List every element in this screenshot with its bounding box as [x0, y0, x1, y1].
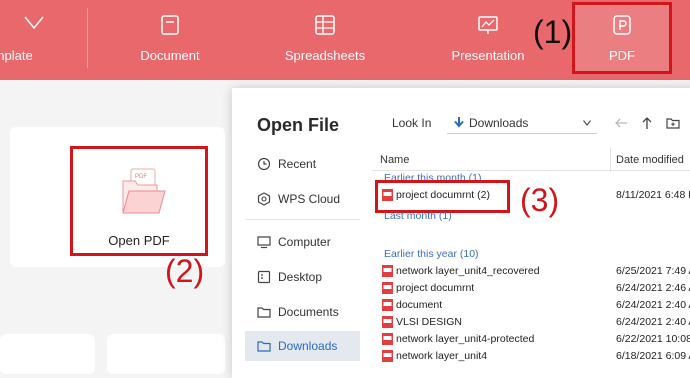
- sidebar-divider: [245, 219, 360, 220]
- nav-label-document: Document: [140, 48, 200, 63]
- nav-label-presentation: Presentation: [451, 48, 525, 63]
- pdf-file-icon: [382, 299, 393, 311]
- group-label-last-month[interactable]: Last month (1): [384, 210, 452, 222]
- sidebar-item-recent[interactable]: Recent: [245, 149, 360, 179]
- file-name: network layer_unit4-protected: [396, 333, 535, 345]
- annotation-step-1: (1): [533, 14, 573, 50]
- file-highlight-box: [375, 180, 510, 213]
- sidebar-item-downloads[interactable]: Downloads: [245, 331, 360, 361]
- nav-item-document[interactable]: Document: [120, 0, 220, 80]
- file-name: project documrnt: [396, 282, 475, 294]
- sidebar-label-downloads: Downloads: [278, 339, 338, 353]
- pdf-file-icon: [382, 333, 393, 345]
- star-icon: [24, 16, 44, 30]
- sidebar-label-wps-cloud: WPS Cloud: [278, 192, 341, 206]
- top-nav-bar: nplate Document Spreadsheets Presentatio…: [0, 0, 690, 80]
- open-pdf-highlight-box[interactable]: PDF Open PDF: [70, 146, 208, 256]
- download-arrow-icon: [454, 117, 464, 128]
- nav-label-spreadsheets: Spreadsheets: [284, 48, 366, 63]
- nav-item-pdf[interactable]: PDF: [572, 0, 672, 80]
- annotation-step-2: (2): [165, 253, 205, 289]
- presentation-icon: [478, 16, 498, 34]
- file-date: 6/24/2021 2:46 A: [616, 282, 690, 294]
- look-in-value: Downloads: [469, 116, 529, 130]
- file-date: 6/18/2021 6:09 A: [616, 350, 690, 362]
- annotation-step-3: (3): [520, 182, 560, 218]
- file-name: VLSI DESIGN: [396, 316, 462, 328]
- clock-icon: [257, 157, 271, 171]
- pdf-file-icon: [382, 350, 393, 362]
- file-date: 8/11/2021 6:48 P: [616, 189, 690, 201]
- nav-item-template[interactable]: nplate: [0, 0, 65, 80]
- nav-divider: [87, 8, 88, 68]
- pdf-badge-text: PDF: [135, 174, 147, 180]
- file-date: 6/22/2021 10:08: [616, 333, 690, 345]
- open-pdf-label: Open PDF: [108, 233, 170, 248]
- document-icon: [161, 15, 179, 35]
- sidebar-label-desktop: Desktop: [278, 270, 323, 284]
- header-divider: [372, 170, 690, 171]
- file-date: 6/24/2021 2:40 A: [616, 299, 690, 311]
- file-row[interactable]: project documrnt 6/24/2021 2:46 A: [382, 280, 690, 297]
- column-header-date[interactable]: Date modified: [616, 154, 684, 166]
- pdf-icon: [613, 15, 631, 35]
- bottom-card-right: [107, 334, 225, 374]
- file-row[interactable]: VLSI DESIGN 6/24/2021 2:40 A: [382, 314, 690, 331]
- column-header-name[interactable]: Name: [380, 154, 409, 166]
- chevron-down-icon: [583, 120, 591, 126]
- file-row[interactable]: network layer_unit4_recovered 6/25/2021 …: [382, 263, 690, 280]
- file-row[interactable]: document 6/24/2021 2:40 A: [382, 297, 690, 314]
- folder-icon: [257, 307, 271, 318]
- sidebar-item-documents[interactable]: Documents: [245, 297, 360, 327]
- spreadsheet-icon: [315, 15, 335, 35]
- file-date: 6/25/2021 7:49 A: [616, 265, 690, 277]
- sidebar-item-desktop[interactable]: Desktop: [245, 262, 360, 292]
- nav-item-presentation[interactable]: Presentation: [438, 0, 538, 80]
- desktop-icon: [257, 270, 271, 284]
- file-row[interactable]: network layer_unit4 6/18/2021 6:09 A: [382, 348, 690, 365]
- file-name: network layer_unit4_recovered: [396, 265, 540, 277]
- file-name: document: [396, 299, 443, 311]
- column-separator: [610, 148, 611, 172]
- up-arrow-icon[interactable]: [640, 116, 654, 130]
- nav-item-spreadsheets[interactable]: Spreadsheets: [275, 0, 375, 80]
- sidebar-label-computer: Computer: [278, 235, 331, 249]
- new-folder-icon[interactable]: [666, 116, 680, 130]
- sidebar-item-computer[interactable]: Computer: [245, 227, 360, 257]
- look-in-label: Look In: [392, 116, 432, 130]
- file-row[interactable]: network layer_unit4-protected 6/22/2021 …: [382, 331, 690, 348]
- back-arrow-icon[interactable]: [614, 116, 628, 130]
- dialog-title: Open File: [257, 115, 340, 135]
- file-date: 6/24/2021 2:40 A: [616, 316, 690, 328]
- pdf-file-icon: [382, 282, 393, 294]
- nav-label-pdf: PDF: [609, 48, 635, 63]
- nav-label-template: nplate: [0, 48, 33, 63]
- sidebar-label-documents: Documents: [278, 305, 339, 319]
- open-pdf-folder-icon: PDF: [122, 168, 166, 214]
- pdf-file-icon: [382, 316, 393, 328]
- monitor-icon: [257, 236, 271, 249]
- bottom-card-left: [0, 334, 95, 374]
- file-name: network layer_unit4: [396, 350, 488, 362]
- look-in-select[interactable]: Downloads: [447, 112, 597, 134]
- sidebar-item-wps-cloud[interactable]: WPS Cloud: [245, 184, 360, 214]
- cloud-icon: [257, 192, 271, 206]
- sidebar-label-recent: Recent: [278, 157, 317, 171]
- group-label-this-year[interactable]: Earlier this year (10): [384, 248, 479, 260]
- open-file-dialog: Open File Look In Downloads Recent WPS C…: [232, 88, 690, 378]
- folder-icon: [257, 341, 271, 352]
- pdf-file-icon: [382, 265, 393, 277]
